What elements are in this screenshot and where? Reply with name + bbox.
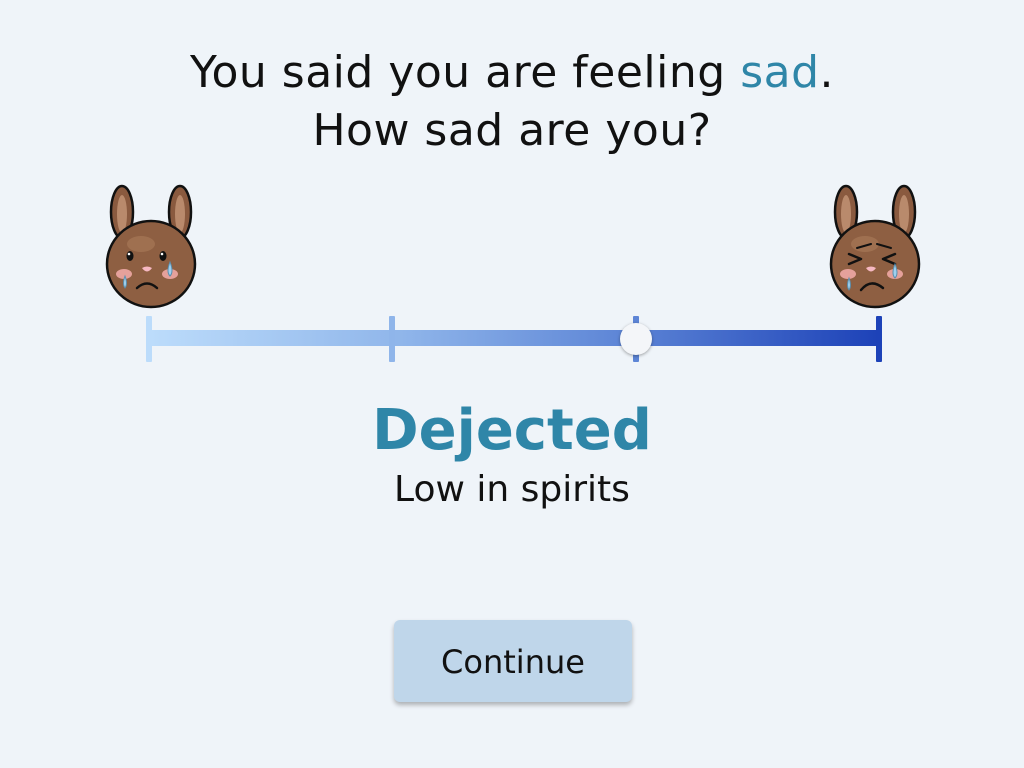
emotion-intensity-screen: You said you are feeling sad. How sad ar…	[0, 0, 1024, 768]
question-suffix: .	[819, 47, 835, 98]
intensity-slider[interactable]	[146, 314, 882, 364]
slider-tick-2[interactable]	[389, 316, 396, 362]
slider-tick-4[interactable]	[876, 316, 882, 362]
slider-track[interactable]	[150, 330, 878, 346]
question-text: You said you are feeling sad. How sad ar…	[0, 44, 1024, 160]
selected-level-description: Low in spirits	[394, 469, 630, 510]
slider-thumb[interactable]	[619, 323, 652, 355]
crying-bunny-icon	[105, 184, 197, 309]
emotion-word: sad	[740, 47, 820, 98]
selected-level-title: Dejected	[372, 398, 652, 463]
continue-button[interactable]: Continue	[394, 620, 632, 702]
question-line-1: You said you are feeling sad.	[0, 44, 1024, 102]
question-prefix: You said you are feeling	[189, 47, 741, 98]
sobbing-bunny-icon	[829, 184, 921, 309]
question-line-2: How sad are you?	[312, 105, 712, 156]
slider-tick-1[interactable]	[146, 316, 152, 362]
